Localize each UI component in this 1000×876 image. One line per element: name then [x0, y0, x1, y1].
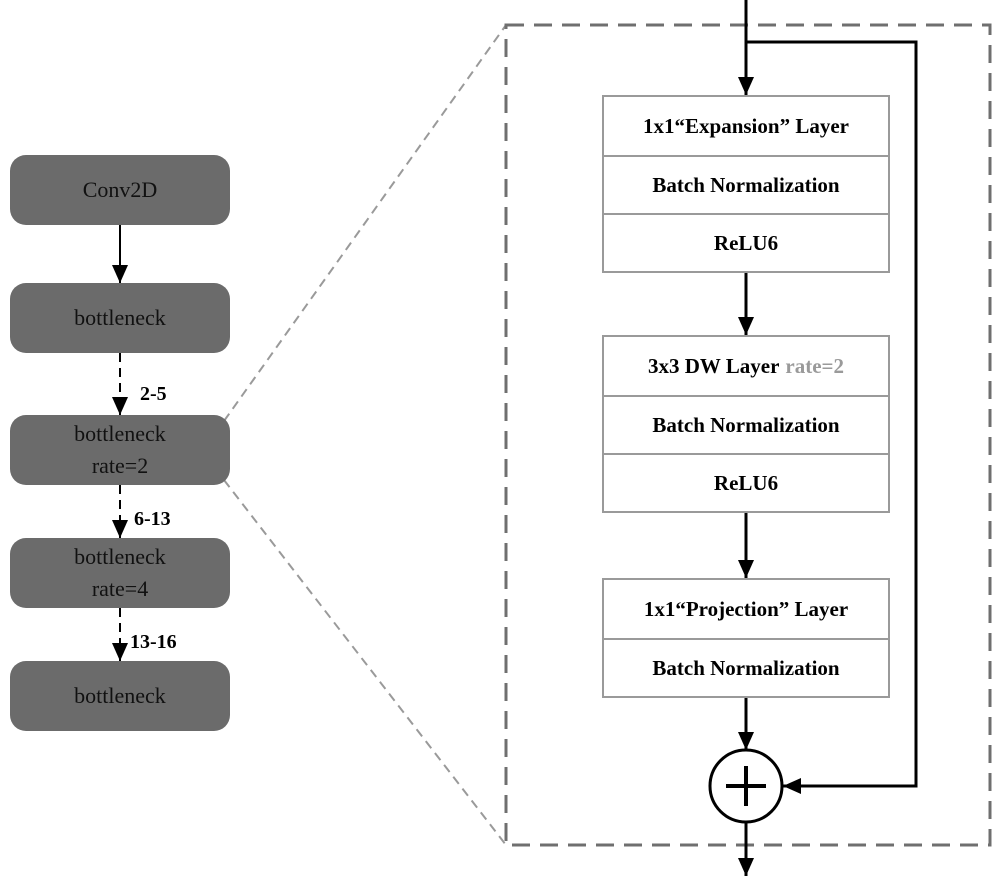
repeat-label-6-13: 6-13: [134, 508, 171, 530]
dw-rate-label: rate=2: [785, 353, 845, 378]
zoom-line-top: [223, 24, 507, 422]
relu6-row: ReLU6: [604, 453, 888, 511]
layer-label: bottleneck: [74, 544, 166, 569]
row-label: Batch Normalization: [652, 172, 840, 197]
layer-bottleneck-1: bottleneck: [10, 283, 230, 353]
row-label: Batch Normalization: [652, 412, 840, 437]
layer-rate: rate=2: [91, 453, 149, 478]
layer-label: bottleneck: [74, 683, 166, 708]
layer-label: bottleneck: [74, 421, 166, 446]
layer-bottleneck-rate2: bottleneck rate=2: [10, 415, 230, 485]
row-label: 3x3 DW Layer: [647, 353, 780, 378]
row-label: 1x1“Expansion” Layer: [643, 113, 849, 138]
repeat-label-13-16: 13-16: [130, 631, 177, 653]
batch-norm-row: Batch Normalization: [604, 395, 888, 453]
depthwise-block: 3x3 DW Layer rate=2 Batch Normalization …: [602, 335, 890, 513]
layer-bottleneck-rate4: bottleneck rate=4: [10, 538, 230, 608]
expansion-block: 1x1“Expansion” Layer Batch Normalization…: [602, 95, 890, 273]
zoom-line-bottom: [223, 479, 507, 846]
dw-layer-row: 3x3 DW Layer rate=2: [604, 337, 888, 395]
add-node: [708, 748, 784, 824]
layer-bottleneck-last: bottleneck: [10, 661, 230, 731]
relu6-row: ReLU6: [604, 213, 888, 271]
repeat-label-2-5: 2-5: [140, 383, 167, 405]
layer-label: Conv2D: [82, 177, 158, 202]
batch-norm-row: Batch Normalization: [604, 155, 888, 213]
batch-norm-row: Batch Normalization: [604, 638, 888, 696]
expansion-layer-row: 1x1“Expansion” Layer: [604, 97, 888, 155]
projection-block: 1x1“Projection” Layer Batch Normalizatio…: [602, 578, 890, 698]
layer-label: bottleneck: [74, 305, 166, 330]
projection-layer-row: 1x1“Projection” Layer: [604, 580, 888, 638]
row-label: Batch Normalization: [652, 655, 840, 680]
layer-conv2d: Conv2D: [10, 155, 230, 225]
layer-rate: rate=4: [91, 576, 149, 601]
row-label: ReLU6: [713, 470, 779, 495]
row-label: 1x1“Projection” Layer: [643, 596, 849, 621]
row-label: ReLU6: [713, 230, 779, 255]
